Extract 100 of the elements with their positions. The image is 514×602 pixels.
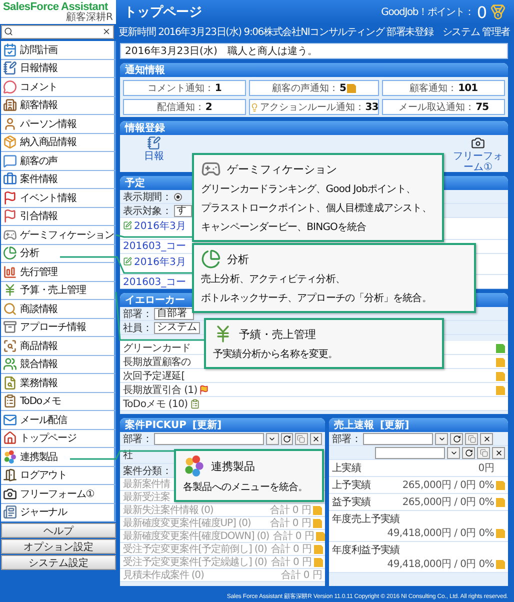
clear-button[interactable] bbox=[480, 432, 494, 445]
camera-icon bbox=[3, 486, 17, 501]
sidebar-item[interactable]: コメント bbox=[1, 78, 116, 96]
sidebar-item[interactable]: ログアウト bbox=[1, 466, 116, 485]
alert-label[interactable]: 長期放置引合 (1) bbox=[123, 382, 198, 397]
clear-button[interactable] bbox=[492, 446, 505, 459]
target-select[interactable]: す bbox=[174, 204, 192, 217]
sidebar-item[interactable]: 商品情報 bbox=[1, 337, 116, 356]
notification-tile[interactable]: 顧客通知：101 bbox=[382, 80, 505, 96]
department-select[interactable] bbox=[154, 432, 264, 445]
alert-label[interactable]: ToDoメモ (10) bbox=[123, 396, 188, 411]
sales-value: 0円 bbox=[478, 462, 494, 476]
department-select[interactable] bbox=[363, 432, 434, 445]
bar-chart-icon bbox=[3, 264, 17, 279]
edit-icon bbox=[123, 221, 132, 230]
sidebar-button[interactable]: ヘルプ bbox=[1, 523, 116, 538]
reload-button[interactable] bbox=[450, 432, 464, 445]
sales-label: 上予実績 bbox=[332, 478, 371, 492]
edit-icon bbox=[123, 256, 132, 266]
notification-tile[interactable]: コメント通知：1 bbox=[123, 80, 246, 96]
total-amount: 合計 0 円 bbox=[281, 568, 322, 582]
schedule-link[interactable]: 2016年3月 bbox=[134, 219, 186, 234]
callout-text: プラスストロークポイント、個人目標達成アシスト、 bbox=[201, 202, 432, 216]
sidebar-item[interactable]: 案件情報 bbox=[1, 170, 116, 189]
alert-label[interactable]: 長期放置顧客の bbox=[123, 354, 191, 369]
sales-label: 上実績 bbox=[332, 462, 362, 476]
register-link[interactable]: 日報 bbox=[126, 136, 182, 172]
sidebar-item[interactable]: ジャーナル bbox=[1, 504, 116, 522]
notification-tile[interactable]: メール取込通知：75 bbox=[382, 99, 505, 115]
callout-text: 予実績分析から名称を変更。 bbox=[213, 348, 339, 362]
briefcase-icon bbox=[3, 172, 17, 186]
sidebar-item[interactable]: トップページ bbox=[1, 430, 116, 448]
field-label: 社員： bbox=[123, 322, 152, 335]
staff-select[interactable]: システム bbox=[154, 322, 200, 334]
house-icon bbox=[3, 431, 17, 446]
sidebar-item[interactable]: イベント情報 bbox=[1, 189, 116, 208]
schedule-link[interactable]: 2016年3月 bbox=[134, 254, 186, 269]
sales-label: 益予実績 bbox=[332, 496, 371, 510]
sidebar-item[interactable]: 先行管理 bbox=[1, 263, 116, 282]
notification-tile[interactable]: 配信通知：2 bbox=[123, 99, 246, 115]
staff-select[interactable] bbox=[375, 446, 445, 459]
sidebar-item[interactable]: パーソン情報 bbox=[1, 115, 116, 134]
notification-tile[interactable]: アクションルール通知：33 bbox=[248, 99, 380, 115]
reload-button[interactable] bbox=[462, 446, 475, 459]
sidebar-item[interactable]: ToDoメモ bbox=[1, 392, 116, 411]
sidebar-item[interactable]: 引合情報 bbox=[1, 208, 116, 226]
notebook-icon bbox=[147, 136, 161, 150]
reload-icon bbox=[282, 434, 291, 443]
sidebar-item[interactable]: フリーフォーム① bbox=[1, 485, 116, 504]
radio-button[interactable] bbox=[174, 192, 182, 201]
callout-title: 連携製品 bbox=[211, 458, 255, 474]
register-link[interactable]: フリーフォーム① bbox=[450, 136, 506, 172]
callout-text: ボトルネックサーチ、アプローチの「分析」を統合。 bbox=[201, 292, 432, 306]
camera-icon bbox=[471, 136, 485, 150]
alert-label[interactable]: 次回予定遅延[ bbox=[123, 368, 185, 383]
field-label: 部署： bbox=[332, 432, 362, 446]
field-label: 部署： bbox=[123, 308, 152, 321]
magnifier-icon bbox=[3, 302, 17, 316]
reload-button[interactable] bbox=[280, 432, 294, 445]
yen-icon bbox=[3, 283, 17, 298]
door-icon bbox=[3, 468, 17, 482]
sidebar-button[interactable]: オプション設定 bbox=[1, 539, 116, 554]
sidebar-item[interactable]: アプローチ情報 bbox=[1, 318, 116, 337]
sidebar-item[interactable]: メール配信 bbox=[1, 411, 116, 430]
sidebar-item[interactable]: 業務情報 bbox=[1, 374, 116, 392]
sales-value: 49,418,000円 / 0円 0% bbox=[387, 527, 494, 540]
sidebar-item[interactable]: 訪問計画 bbox=[1, 41, 116, 60]
speech-bubble-icon bbox=[3, 154, 17, 168]
points-value: 0 bbox=[476, 2, 487, 22]
document-icon bbox=[3, 376, 17, 390]
callout-text: グリーンカードランキング、Good Jobポイント、 bbox=[201, 183, 417, 197]
sidebar-item[interactable]: 予算・売上管理 bbox=[1, 282, 116, 300]
department-select[interactable]: 自部署 bbox=[154, 308, 194, 320]
people-icon bbox=[3, 357, 17, 372]
copy-icon bbox=[297, 434, 306, 443]
total-amount: 合計 0 円 bbox=[270, 504, 311, 518]
sales-label: 年度売上予実績 bbox=[332, 512, 400, 526]
sidebar-button[interactable]: システム設定 bbox=[1, 555, 116, 570]
schedule-title[interactable]: 201603_コー bbox=[123, 274, 186, 289]
sidebar-item[interactable]: 競合情報 bbox=[1, 356, 116, 374]
schedule-title[interactable]: 201603_コー bbox=[123, 239, 186, 254]
sidebar-item[interactable]: 連携製品 bbox=[1, 448, 116, 466]
sidebar-item[interactable]: 商談情報 bbox=[1, 300, 116, 318]
drawer-icon bbox=[3, 320, 17, 334]
notification-tile[interactable]: 顧客の声通知：5 bbox=[248, 80, 380, 96]
callout-title: 予績・売上管理 bbox=[239, 326, 316, 342]
search-field[interactable] bbox=[1, 24, 114, 38]
clipboard-icon bbox=[190, 398, 200, 409]
sidebar-item[interactable]: 日報情報 bbox=[1, 60, 116, 78]
sidebar-item[interactable]: 納入商品情報 bbox=[1, 134, 116, 152]
reload-icon bbox=[452, 434, 461, 443]
panel-title: 案件PICKUP bbox=[125, 418, 186, 432]
clear-button[interactable] bbox=[310, 432, 322, 445]
sidebar-item[interactable]: 顧客情報 bbox=[1, 96, 116, 115]
sidebar-item[interactable]: 顧客の声 bbox=[1, 152, 116, 170]
sidebar-item[interactable]: ゲーミフィケーション bbox=[1, 226, 116, 244]
sales-value: 265,000円 / 0円 0% bbox=[402, 479, 494, 492]
flag-icon bbox=[3, 209, 17, 224]
field-label: 表示対象： bbox=[123, 204, 172, 218]
alert-label[interactable]: グリーンカード bbox=[123, 340, 191, 355]
